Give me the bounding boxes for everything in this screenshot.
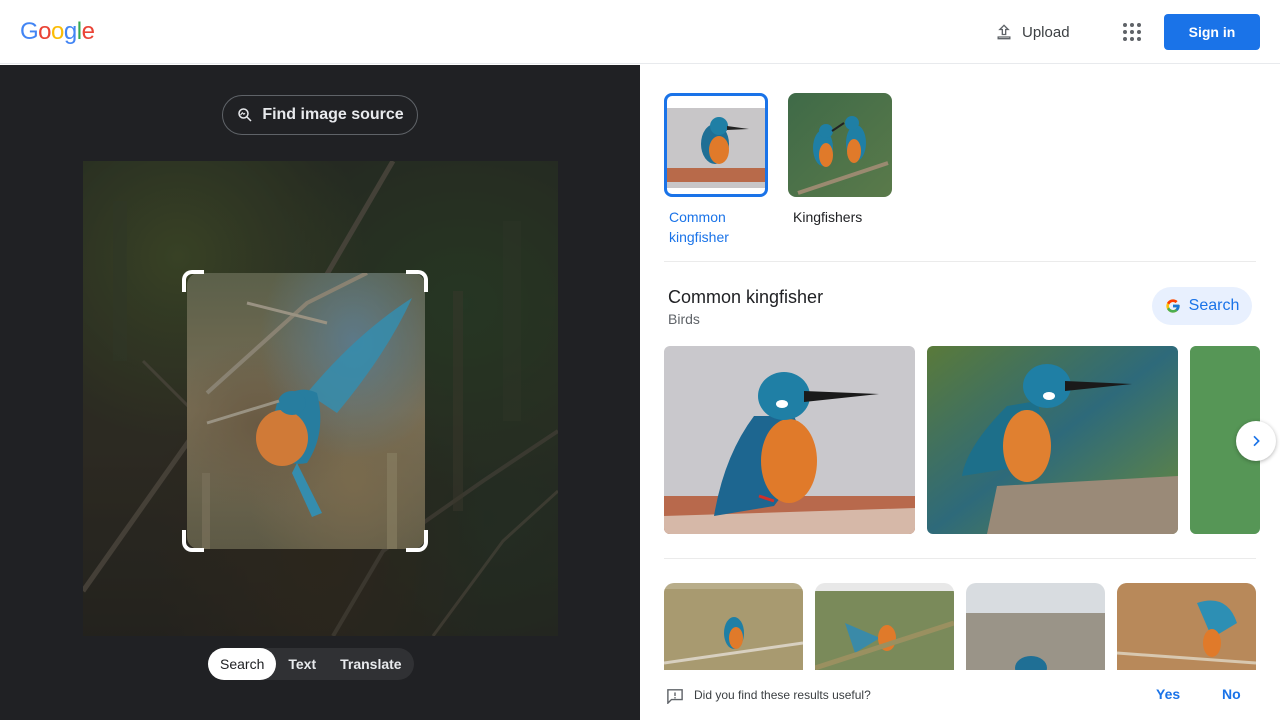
result-image-1[interactable]	[664, 346, 915, 534]
chip-label: Common kingfisher	[669, 209, 729, 245]
upload-icon	[997, 24, 1011, 40]
crop-handle-top-right[interactable]	[406, 270, 428, 292]
carousel-next-button[interactable]	[1236, 421, 1276, 461]
chip-thumbnail	[788, 93, 892, 197]
visual-match-1[interactable]	[664, 583, 803, 673]
entity-search-label: Search	[1188, 297, 1240, 314]
crop-handle-bottom-right[interactable]	[406, 530, 428, 552]
tab-translate[interactable]: Translate	[328, 648, 413, 680]
feedback-yes-button[interactable]: Yes	[1156, 686, 1180, 702]
chip-thumbnail	[664, 93, 768, 197]
top-bar: Google Upload Sign in	[0, 0, 1280, 64]
crop-handle-top-left[interactable]	[182, 270, 204, 292]
selection-region[interactable]	[187, 273, 425, 549]
divider	[664, 261, 1256, 262]
chip-label: Kingfishers	[793, 209, 863, 225]
logo-letter: e	[81, 18, 95, 45]
logo-letter: o	[51, 18, 64, 45]
logo-letter: G	[20, 18, 39, 45]
lens-mode-tabs: Search Text Translate	[208, 648, 414, 680]
feedback-no-button[interactable]: No	[1222, 686, 1241, 702]
kingfisher-photo	[664, 346, 915, 534]
visual-match-3[interactable]	[966, 583, 1105, 673]
feedback-icon	[667, 689, 683, 704]
kingfisher-photo	[927, 346, 1178, 534]
logo-letter: o	[38, 18, 52, 45]
find-image-source-label: Find image source	[262, 106, 404, 123]
chevron-right-icon	[1253, 435, 1260, 447]
chip-kingfishers[interactable]: Kingfishers	[788, 93, 892, 227]
image-panel: Find image source Search Text Translate	[0, 65, 640, 720]
google-g-icon	[1165, 299, 1180, 313]
tab-text[interactable]: Text	[276, 648, 328, 680]
google-logo[interactable]: Google	[20, 18, 95, 46]
entity-title: Common kingfisher	[668, 287, 824, 307]
chip-common-kingfisher[interactable]: Common kingfisher	[664, 93, 768, 247]
feedback-bar: Did you find these results useful? Yes N…	[640, 670, 1280, 720]
upload-button[interactable]: Upload	[982, 14, 1082, 50]
image-search-icon	[238, 108, 252, 122]
find-image-source-button[interactable]: Find image source	[222, 95, 418, 135]
results-panel: Common kingfisher Kingfishers Common kin…	[640, 65, 1280, 720]
visual-match-2[interactable]	[815, 583, 954, 673]
entity-search-button[interactable]: Search	[1152, 287, 1252, 325]
result-image-2[interactable]	[927, 346, 1178, 534]
visual-match-4[interactable]	[1117, 583, 1256, 673]
apps-grid-icon[interactable]	[1116, 16, 1148, 48]
tab-search[interactable]: Search	[208, 648, 277, 680]
entity-subtitle: Birds	[668, 311, 700, 327]
crop-handle-bottom-left[interactable]	[182, 530, 204, 552]
divider	[664, 558, 1256, 559]
upload-label: Upload	[1022, 23, 1070, 41]
kingfisher-graphic	[202, 273, 412, 549]
logo-letter: g	[63, 18, 77, 45]
uploaded-photo	[83, 161, 558, 636]
feedback-question: Did you find these results useful?	[694, 688, 871, 702]
sign-in-button[interactable]: Sign in	[1164, 14, 1260, 50]
